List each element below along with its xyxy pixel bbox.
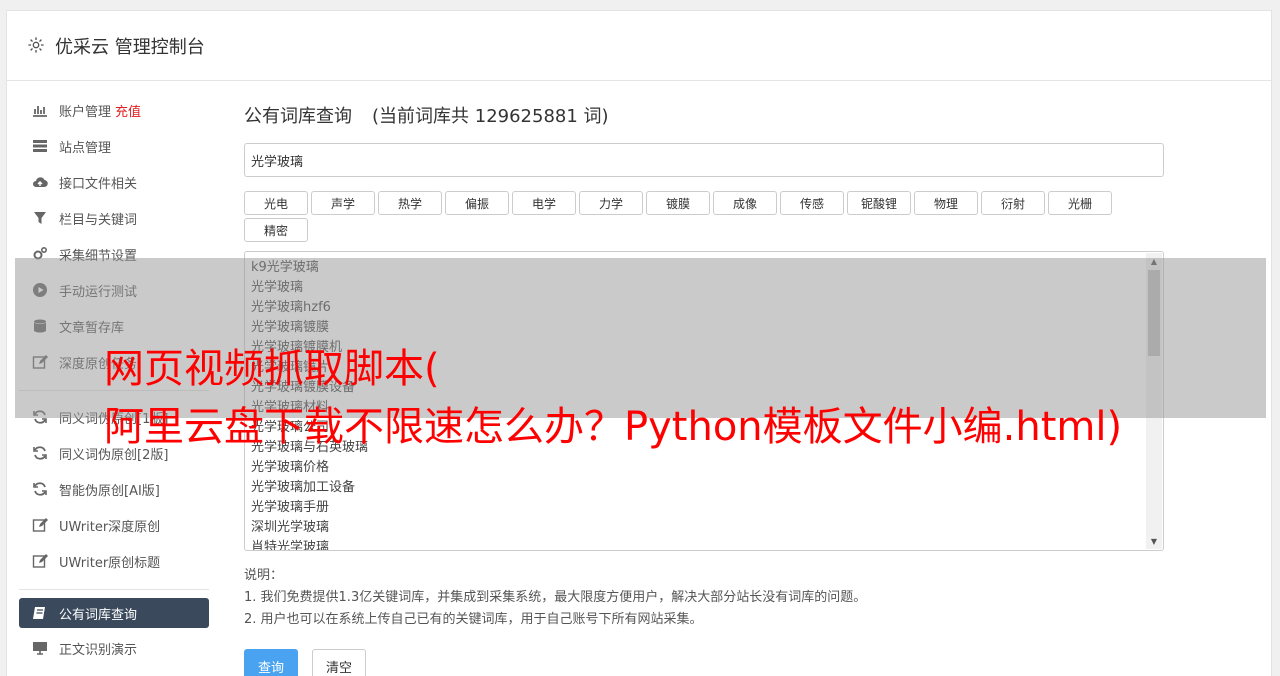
notes-title: 说明： [244, 568, 284, 583]
tag-button[interactable]: 传感 [780, 191, 844, 215]
sidebar-item-label: 接口文件相关 [59, 176, 138, 192]
note-line: 1. 我们免费提供1.3亿关键词库，并集成到采集系统，最大限度方便用户，解决大部… [244, 590, 867, 605]
query-button[interactable]: 查询 [244, 649, 298, 676]
gear-icon [27, 36, 47, 56]
sidebar-item-sites[interactable]: 站点管理 [19, 128, 209, 164]
edit-icon [31, 552, 49, 570]
watermark-line: 网页视频抓取脚本( [104, 346, 440, 392]
tag-button[interactable]: 光电 [244, 191, 308, 215]
server-icon [31, 137, 49, 155]
page-title: 公有词库查询 (当前词库共 129625881 词) [244, 102, 1184, 128]
page-title-text: 公有词库查询 [244, 106, 352, 127]
category-tags: 光电 声学 热学 偏振 电学 力学 镀膜 成像 传感 铌酸锂 物理 衍射 光栅 … [244, 191, 1124, 242]
tag-button[interactable]: 光栅 [1048, 191, 1112, 215]
sidebar-item-label: 智能伪原创[AI版] [59, 483, 160, 499]
list-item[interactable]: 光学玻璃价格 [251, 458, 1157, 478]
list-item[interactable]: 深圳光学玻璃 [251, 518, 1157, 538]
tag-button[interactable]: 成像 [713, 191, 777, 215]
list-item[interactable]: 光学玻璃加工设备 [251, 478, 1157, 498]
keyword-input[interactable] [244, 143, 1164, 177]
cloud-upload-icon [31, 173, 49, 191]
edit-icon [31, 516, 49, 534]
tag-button[interactable]: 镀膜 [646, 191, 710, 215]
sidebar-item-text-recognition[interactable]: 正文识别演示 [19, 630, 209, 666]
filter-icon [31, 209, 49, 227]
sidebar-item-uwriter-deep[interactable]: UWriter深度原创 [19, 507, 209, 543]
header: 优采云 管理控制台 [7, 11, 1271, 81]
tag-button[interactable]: 声学 [311, 191, 375, 215]
sidebar-item-label: UWriter原创标题 [59, 555, 161, 571]
recharge-link[interactable]: 充值 [115, 101, 141, 120]
tag-button[interactable]: 热学 [378, 191, 442, 215]
tag-button[interactable]: 衍射 [981, 191, 1045, 215]
sidebar-item-label: 站点管理 [59, 140, 112, 156]
lexicon-count: (当前词库共 129625881 词) [372, 106, 609, 127]
sidebar-item-label: 公有词库查询 [59, 607, 138, 623]
sidebar-item-smart-ai[interactable]: 智能伪原创[AI版] [19, 471, 209, 507]
sidebar-item-label: 正文识别演示 [59, 642, 138, 658]
sidebar-divider [19, 589, 209, 590]
sidebar-item-columns-keywords[interactable]: 栏目与关键词 [19, 200, 209, 236]
scroll-down-icon[interactable]: ▼ [1146, 534, 1162, 548]
bar-chart-icon [31, 101, 49, 119]
notes: 说明： 1. 我们免费提供1.3亿关键词库，并集成到采集系统，最大限度方便用户，… [244, 565, 1184, 631]
tag-button[interactable]: 电学 [512, 191, 576, 215]
refresh-icon [31, 480, 49, 498]
sidebar-item-uwriter-title[interactable]: UWriter原创标题 [19, 543, 209, 579]
tag-button[interactable]: 精密 [244, 218, 308, 242]
refresh-icon [31, 444, 49, 462]
watermark-line: 阿里云盘下载不限速怎么办？Python模板文件小编.html) [104, 404, 1123, 450]
sidebar-item-account[interactable]: 账户管理 充值 [19, 92, 209, 128]
watermark-text: 网页视频抓取脚本( 阿里云盘下载不限速怎么办？Python模板文件小编.html… [104, 340, 1264, 456]
tag-button[interactable]: 力学 [579, 191, 643, 215]
console-title: 优采云 管理控制台 [55, 36, 205, 58]
note-line: 2. 用户也可以在系统上传自己已有的关键词库，用于自己账号下所有网站采集。 [244, 612, 703, 627]
sidebar-item-label: 账户管理 [59, 104, 112, 120]
sidebar-item-label: 栏目与关键词 [59, 212, 138, 228]
sidebar-item-public-lexicon[interactable]: 公有词库查询 [19, 598, 209, 628]
clear-button[interactable]: 清空 [312, 649, 366, 676]
tag-button[interactable]: 偏振 [445, 191, 509, 215]
list-item[interactable]: 肖特光学玻璃 [251, 538, 1157, 550]
action-buttons: 查询 清空 [244, 649, 1184, 676]
sidebar-item-interface-files[interactable]: 接口文件相关 [19, 164, 209, 200]
monitor-icon [31, 639, 49, 657]
tag-button[interactable]: 物理 [914, 191, 978, 215]
list-item[interactable]: 光学玻璃手册 [251, 498, 1157, 518]
book-icon [31, 604, 49, 622]
tag-button[interactable]: 铌酸锂 [847, 191, 911, 215]
sidebar-item-label: UWriter深度原创 [59, 519, 161, 535]
